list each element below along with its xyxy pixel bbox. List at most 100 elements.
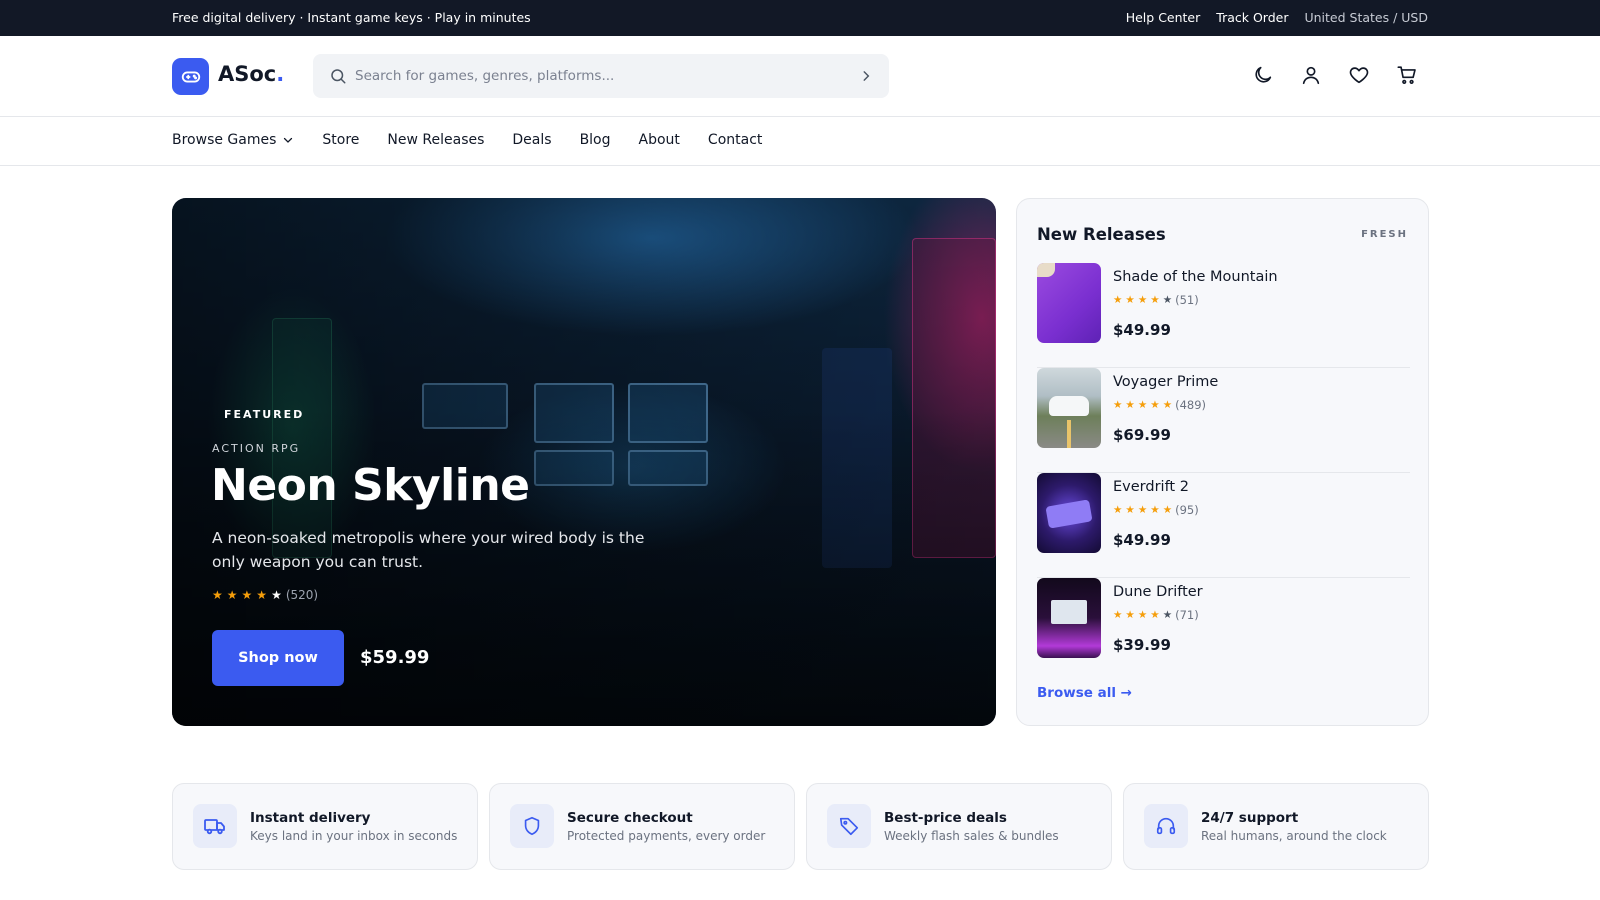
star-icon: ★	[1137, 399, 1148, 411]
rating-count: (520)	[285, 588, 319, 602]
nav-item-about[interactable]: About	[639, 132, 680, 148]
nav-item-blog[interactable]: Blog	[580, 132, 611, 148]
nav-label: Browse Games	[172, 132, 277, 148]
panel-title: New Releases	[1037, 225, 1166, 244]
thumbnail-detail	[1045, 499, 1093, 529]
star-icon: ★	[271, 588, 282, 602]
game-name: Shade of the Mountain	[1113, 269, 1278, 285]
feature-card-delivery: Instant delivery Keys land in your inbox…	[172, 783, 478, 870]
logo-dot: .	[276, 62, 285, 86]
moon-icon[interactable]	[1252, 64, 1276, 88]
nav-item-deals[interactable]: Deals	[512, 132, 551, 148]
promo-text: Free digital delivery · Instant game key…	[172, 10, 531, 25]
game-price: $49.99	[1113, 321, 1171, 339]
truck-icon	[204, 819, 225, 835]
heart-icon[interactable]	[1348, 64, 1372, 88]
list-item[interactable]: Dune Drifter ★ ★ ★ ★ ★ (71) $39.99	[1037, 578, 1410, 683]
chevron-right-icon[interactable]	[859, 69, 873, 83]
rating-count: (95)	[1175, 503, 1199, 517]
thumbnail-detail	[1037, 263, 1055, 277]
feature-title: Best-price deals	[884, 810, 1007, 826]
fresh-tag: FRESH	[1361, 229, 1408, 240]
track-order-link[interactable]: Track Order	[1216, 10, 1288, 25]
star-icon: ★	[1125, 609, 1135, 621]
star-icon: ★	[1150, 294, 1160, 306]
shop-now-button[interactable]: Shop now	[212, 630, 344, 686]
cart-icon[interactable]	[1396, 64, 1420, 88]
star-icon: ★	[256, 588, 268, 602]
game-price: $49.99	[1113, 531, 1171, 549]
star-icon: ★	[1150, 504, 1160, 516]
site-header: ASoc.	[0, 36, 1600, 117]
nav-item-contact[interactable]: Contact	[708, 132, 762, 148]
help-center-link[interactable]: Help Center	[1126, 10, 1201, 25]
search-bar	[313, 54, 889, 98]
feature-card-support: 24/7 support Real humans, around the clo…	[1123, 783, 1429, 870]
feature-title: Secure checkout	[567, 810, 693, 826]
feature-title: 24/7 support	[1201, 810, 1299, 826]
list-item[interactable]: Shade of the Mountain ★ ★ ★ ★ ★ (51) $49.99	[1037, 263, 1410, 368]
feature-description: Keys land in your inbox in seconds	[250, 829, 458, 843]
hero-price: $59.99	[360, 647, 430, 668]
star-icon: ★	[1125, 399, 1135, 411]
user-icon[interactable]	[1300, 64, 1324, 88]
game-thumbnail	[1037, 578, 1101, 658]
feature-title: Instant delivery	[250, 810, 371, 826]
logo-wordmark[interactable]: ASoc.	[218, 62, 284, 86]
icon-tile	[193, 804, 237, 848]
featured-badge: FEATURED	[224, 408, 305, 421]
thumbnail-detail	[1051, 600, 1087, 624]
feature-description: Real humans, around the clock	[1201, 829, 1387, 843]
nav-item-store[interactable]: Store	[322, 132, 359, 148]
game-thumbnail	[1037, 473, 1101, 553]
star-icon: ★	[226, 588, 238, 602]
star-icon: ★	[1137, 504, 1148, 516]
star-icon: ★	[1137, 294, 1148, 306]
star-icon: ★	[1125, 504, 1135, 516]
browse-all-link[interactable]: Browse all →	[1037, 685, 1132, 701]
utility-links: Help Center Track Order United States / …	[1126, 10, 1428, 25]
featured-hero[interactable]: FEATURED ACTION RPG Neon Skyline A neon-…	[172, 198, 996, 726]
star-icon: ★	[1137, 609, 1148, 621]
star-icon: ★	[1150, 399, 1160, 411]
thumbnail-detail	[1049, 396, 1089, 416]
star-icon: ★	[1162, 504, 1173, 516]
game-rating: ★ ★ ★ ★ ★ (71)	[1113, 608, 1199, 622]
star-icon: ★	[212, 588, 223, 602]
star-icon: ★	[1162, 399, 1173, 411]
rating-count: (489)	[1175, 398, 1207, 412]
nav-item-browse-games[interactable]: Browse Games	[172, 132, 294, 148]
shield-icon	[524, 816, 540, 836]
headset-icon	[1156, 817, 1176, 835]
feature-description: Weekly flash sales & bundles	[884, 829, 1059, 843]
icon-tile	[1144, 804, 1188, 848]
star-icon: ★	[241, 588, 253, 602]
main-nav: Browse Games Store New Releases Deals Bl…	[0, 117, 1600, 166]
game-name: Dune Drifter	[1113, 584, 1203, 600]
star-icon: ★	[1113, 609, 1123, 621]
search-input[interactable]	[355, 64, 835, 88]
game-price: $69.99	[1113, 426, 1171, 444]
game-rating: ★ ★ ★ ★ ★ (489)	[1113, 398, 1206, 412]
game-name: Voyager Prime	[1113, 374, 1219, 390]
icon-tile	[827, 804, 871, 848]
list-item[interactable]: Voyager Prime ★ ★ ★ ★ ★ (489) $69.99	[1037, 368, 1410, 473]
region-selector[interactable]: United States / USD	[1304, 10, 1428, 25]
tag-icon	[839, 817, 859, 836]
game-rating: ★ ★ ★ ★ ★ (95)	[1113, 503, 1199, 517]
hero-genre: ACTION RPG	[212, 442, 301, 455]
star-icon: ★	[1125, 294, 1135, 306]
list-item[interactable]: Everdrift 2 ★ ★ ★ ★ ★ (95) $49.99	[1037, 473, 1410, 578]
announcement-bar: Free digital delivery · Instant game key…	[0, 0, 1600, 36]
star-icon: ★	[1113, 294, 1123, 306]
nav-item-new-releases[interactable]: New Releases	[387, 132, 484, 148]
star-icon: ★	[1150, 609, 1160, 621]
game-rating: ★ ★ ★ ★ ★ (51)	[1113, 293, 1199, 307]
search-icon	[331, 69, 346, 84]
gamepad-icon	[181, 71, 200, 82]
game-name: Everdrift 2	[1113, 479, 1189, 495]
feature-card-deals: Best-price deals Weekly flash sales & bu…	[806, 783, 1112, 870]
logo-badge[interactable]	[172, 58, 209, 95]
icon-tile	[510, 804, 554, 848]
game-thumbnail	[1037, 368, 1101, 448]
